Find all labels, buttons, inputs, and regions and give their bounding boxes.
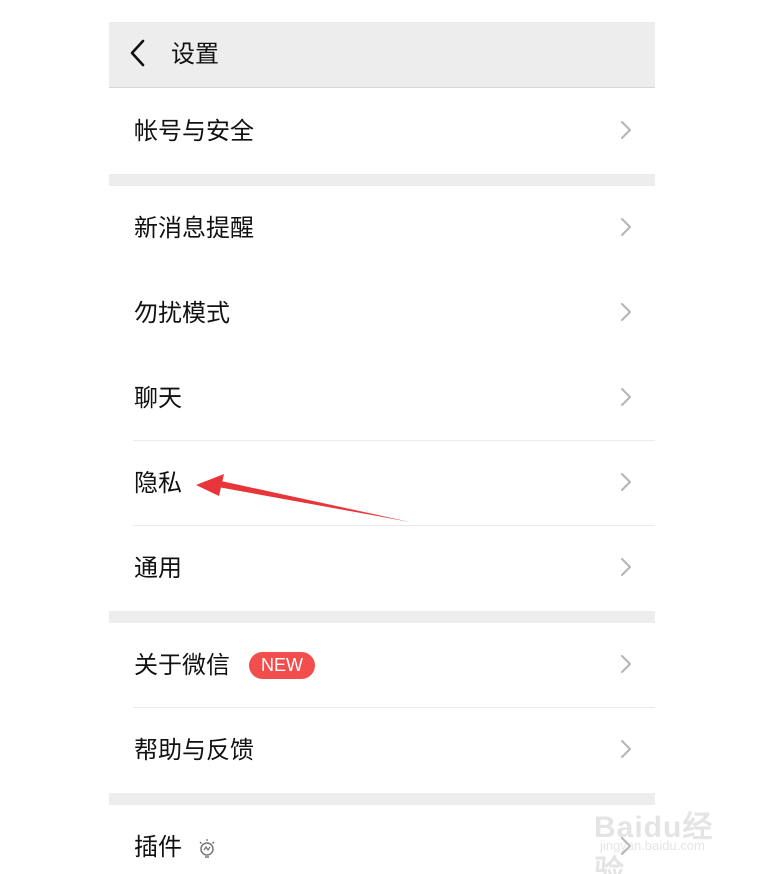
chevron-right-icon (621, 740, 631, 758)
chevron-right-icon (621, 121, 631, 139)
settings-group-general: 新消息提醒 勿扰模式 聊天 隐私 通用 (109, 186, 655, 611)
back-button[interactable] (125, 36, 155, 72)
settings-item-label: 帐号与安全 (134, 117, 254, 145)
settings-item-about-wechat[interactable]: 关于微信 NEW (109, 623, 655, 708)
settings-item-general[interactable]: 通用 (109, 526, 655, 611)
settings-item-help-feedback[interactable]: 帮助与反馈 (109, 708, 655, 793)
settings-page: 设置 帐号与安全 新消息提醒 勿扰模式 聊天 隐私 通用 关于微信 NEW 帮助… (0, 0, 778, 874)
settings-group-about: 关于微信 NEW 帮助与反馈 (109, 623, 655, 793)
settings-item-label: 通用 (134, 554, 182, 582)
page-title: 设置 (171, 40, 219, 68)
settings-item-account-security[interactable]: 帐号与安全 (109, 89, 655, 174)
settings-item-chat[interactable]: 聊天 (109, 356, 655, 441)
settings-item-new-message-alerts[interactable]: 新消息提醒 (109, 186, 655, 271)
settings-item-privacy[interactable]: 隐私 (109, 441, 655, 526)
settings-item-label: 隐私 (134, 469, 182, 497)
chevron-right-icon (621, 473, 631, 491)
chevron-right-icon (621, 218, 631, 236)
settings-item-label: 聊天 (134, 384, 182, 412)
settings-item-do-not-disturb[interactable]: 勿扰模式 (109, 271, 655, 356)
section-separator (109, 793, 655, 805)
nav-bar: 设置 (109, 22, 655, 88)
lightbulb-icon (199, 839, 215, 858)
settings-item-label: 插件 (134, 833, 182, 861)
settings-item-label: 勿扰模式 (134, 299, 230, 327)
section-separator (109, 174, 655, 186)
chevron-right-icon (621, 388, 631, 406)
settings-item-plugins[interactable]: 插件 (109, 805, 655, 874)
settings-item-label: 关于微信 (134, 651, 230, 679)
chevron-left-icon (130, 39, 145, 67)
new-badge: NEW (249, 652, 315, 679)
chevron-right-icon (621, 303, 631, 321)
section-separator (109, 611, 655, 623)
chevron-right-icon (621, 558, 631, 576)
settings-group-account: 帐号与安全 (109, 89, 655, 174)
chevron-right-icon (621, 655, 631, 673)
settings-item-label: 帮助与反馈 (134, 736, 254, 764)
settings-item-label: 新消息提醒 (134, 214, 254, 242)
settings-group-plugins: 插件 (109, 805, 655, 874)
chevron-right-icon (621, 837, 631, 855)
